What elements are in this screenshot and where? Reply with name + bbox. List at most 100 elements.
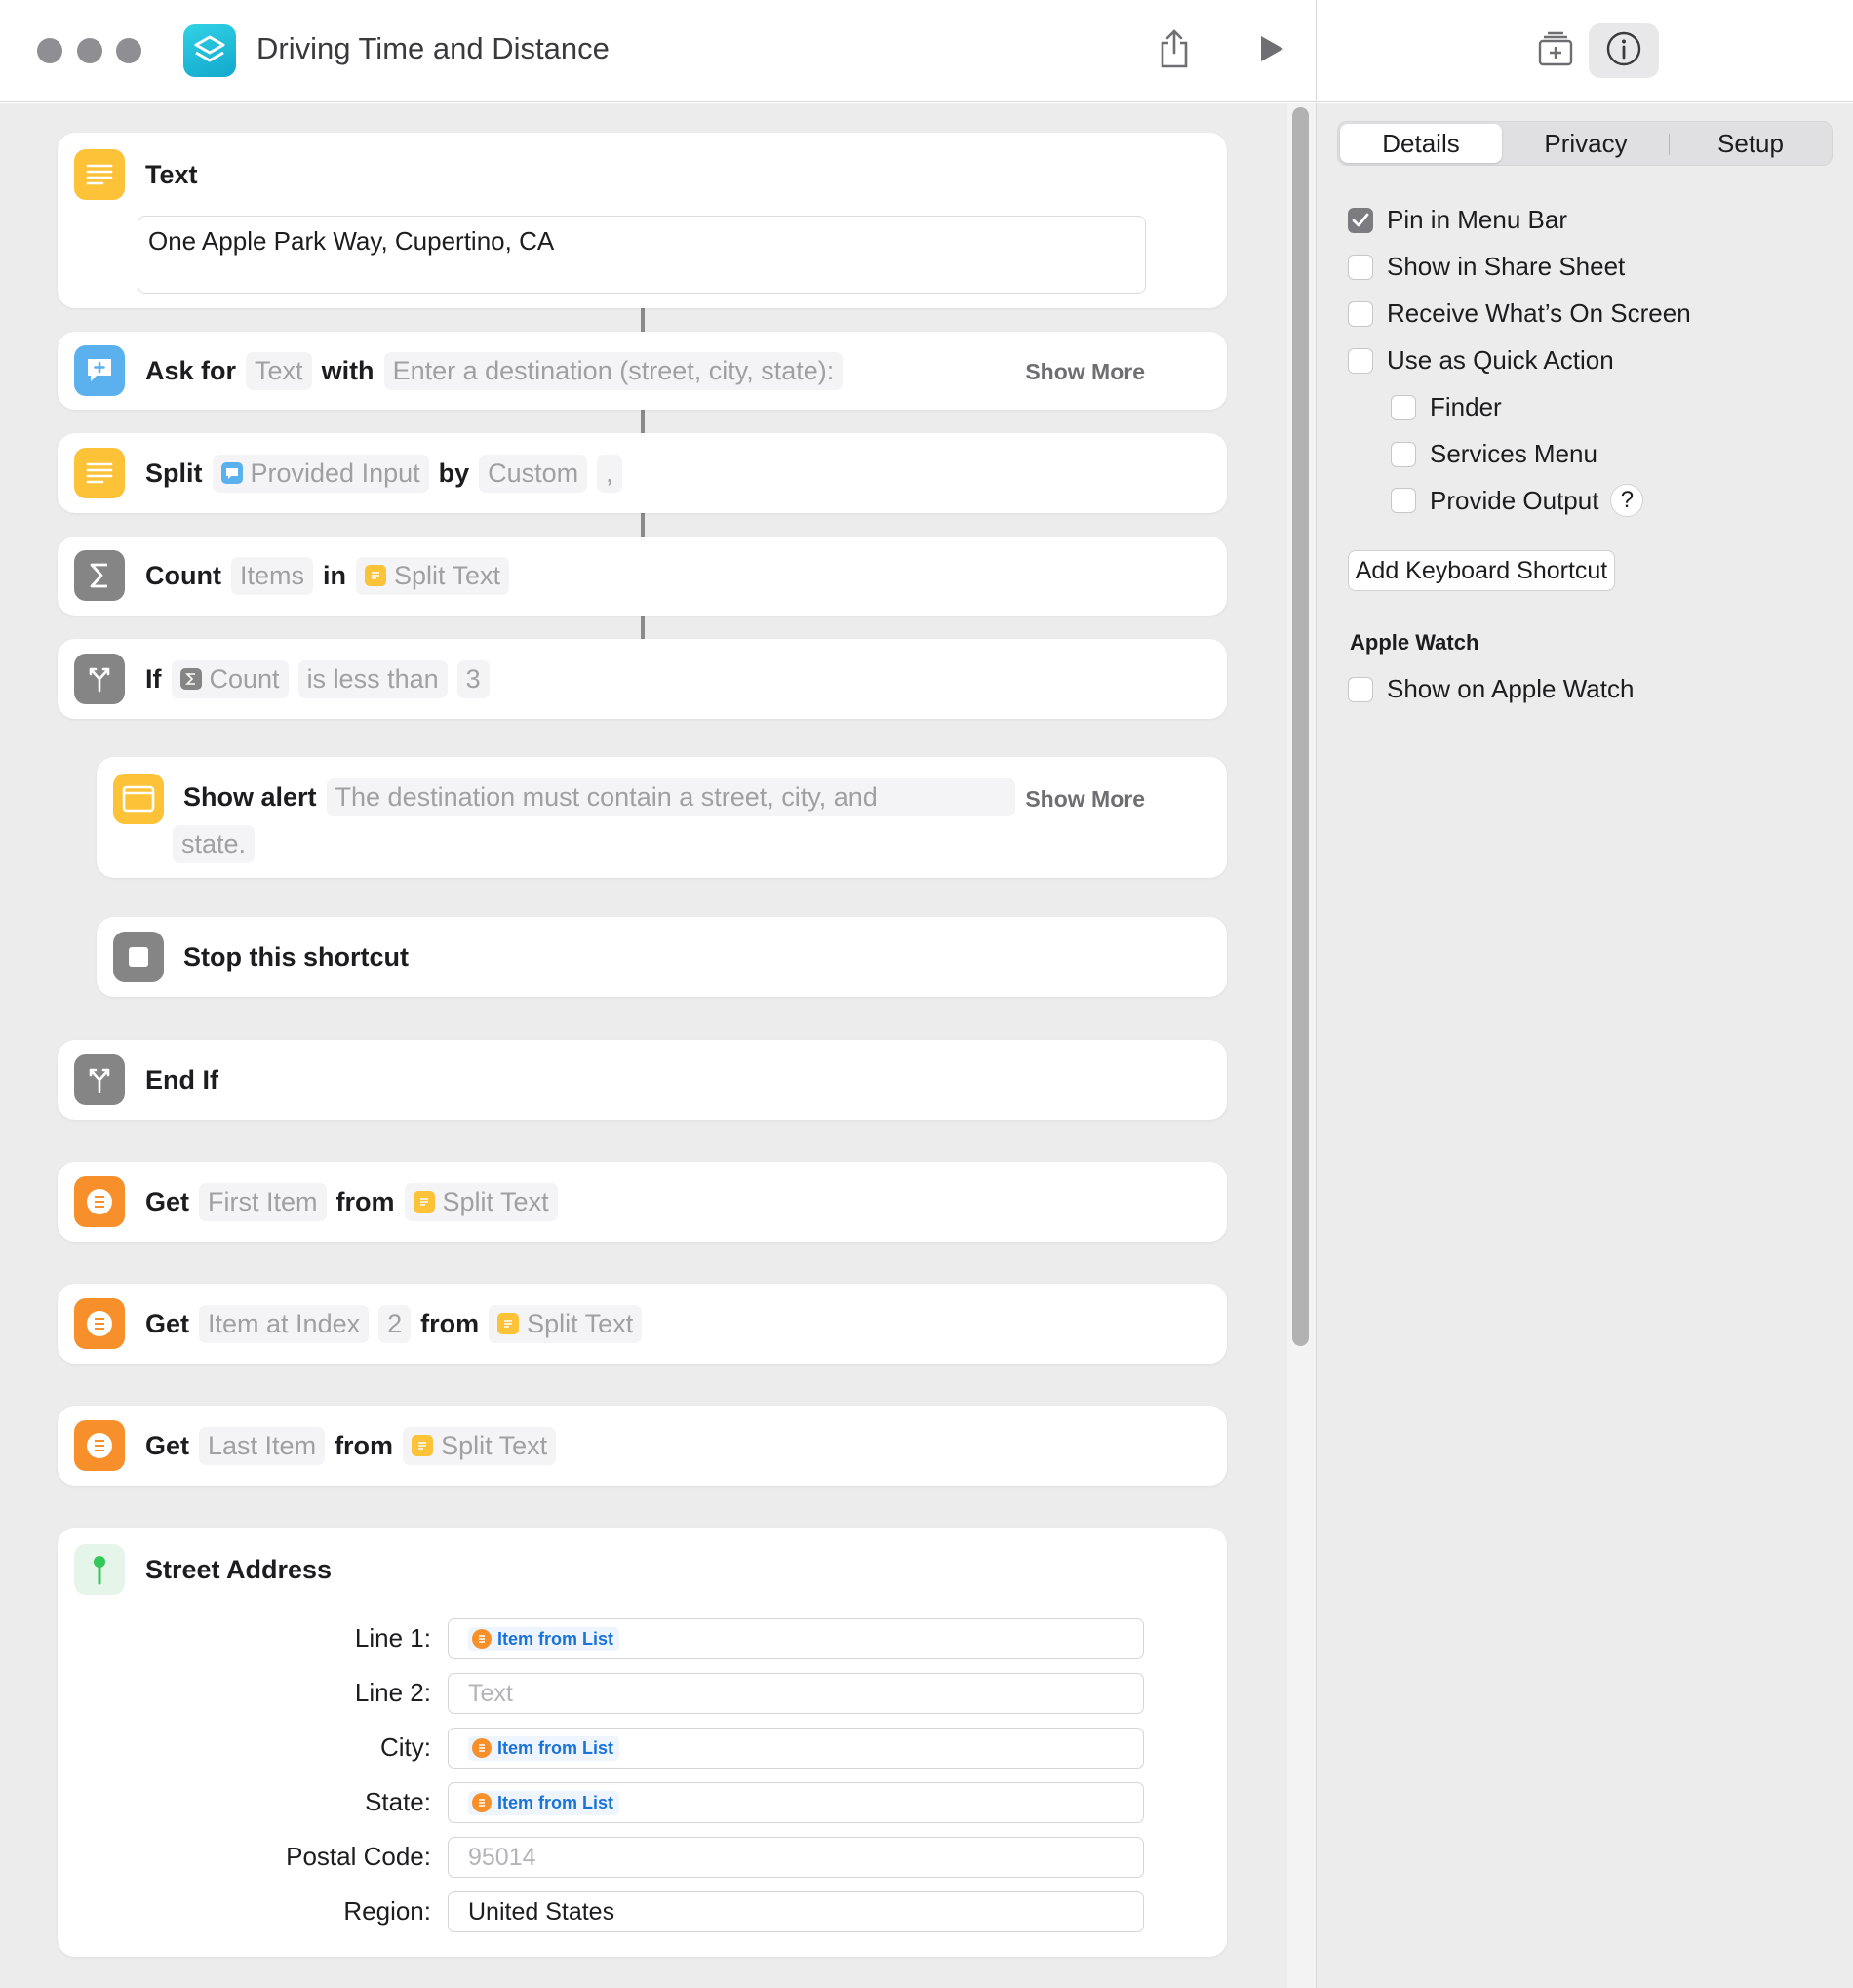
show-alert-card[interactable]: Show alert The destination must contain … [97, 757, 1227, 878]
window-toolbar: Driving Time and Distance [0, 0, 1316, 102]
tab-privacy[interactable]: Privacy [1506, 124, 1666, 163]
text-content-field[interactable]: One Apple Park Way, Cupertino, CA [138, 216, 1146, 294]
tab-divider [1669, 134, 1670, 155]
checkbox-unchecked[interactable] [1391, 394, 1416, 420]
checkbox-unchecked[interactable] [1391, 441, 1416, 467]
checkbox-checked[interactable] [1348, 207, 1373, 233]
text-lines-icon [74, 448, 125, 498]
show-in-share-sheet-checkbox[interactable]: Show in Share Sheet [1348, 252, 1625, 282]
shortcut-editor[interactable]: Text One Apple Park Way, Cupertino, CA A… [0, 103, 1287, 1988]
from-keyword: from [335, 1430, 394, 1460]
count-keyword: Count [145, 560, 221, 590]
zoom-window-button[interactable] [116, 38, 141, 63]
condition-value-token[interactable]: 3 [456, 659, 490, 698]
flow-connector [641, 308, 645, 332]
minimize-window-button[interactable] [77, 38, 102, 63]
text-action-card[interactable]: Text One Apple Park Way, Cupertino, CA [58, 133, 1227, 308]
street-address-card[interactable]: Street Address Line 1: Item from List Li… [58, 1528, 1227, 1957]
item-selector-token[interactable]: First Item [199, 1182, 327, 1221]
separator-mode-token[interactable]: Custom [479, 454, 588, 493]
alert-message-token[interactable]: The destination must contain a street, c… [326, 777, 1015, 816]
checkbox-unchecked[interactable] [1348, 676, 1373, 702]
show-more-button[interactable]: Show More [1025, 786, 1145, 813]
use-as-quick-action-checkbox[interactable]: Use as Quick Action [1348, 345, 1614, 376]
close-window-button[interactable] [37, 38, 62, 63]
help-button[interactable]: ? [1610, 484, 1644, 517]
city-field[interactable]: Item from List [448, 1728, 1144, 1769]
item-from-list-variable[interactable]: Item from List [468, 1626, 620, 1651]
condition-token[interactable]: is less than [297, 659, 448, 698]
line1-field[interactable]: Item from List [448, 1618, 1144, 1659]
if-variable-label: Count [209, 663, 280, 694]
if-keyword: If [145, 663, 162, 694]
get-item-card[interactable]: Get First Item from Split Text [58, 1162, 1227, 1242]
variable-label: Item from List [497, 1792, 614, 1812]
if-card[interactable]: If Count is less than 3 [58, 639, 1227, 719]
custom-separator-token[interactable]: , [597, 454, 622, 493]
apple-watch-section-title: Apple Watch [1350, 630, 1479, 655]
sigma-icon [74, 550, 125, 601]
list-source-token[interactable]: Split Text [403, 1426, 557, 1465]
index-token[interactable]: 2 [378, 1304, 412, 1343]
editor-scrollbar-thumb[interactable] [1292, 107, 1309, 1346]
flow-connector [641, 410, 645, 433]
item-selector-token[interactable]: Item at Index [199, 1304, 370, 1343]
item-selector-token[interactable]: Last Item [199, 1426, 326, 1465]
checkbox-unchecked[interactable] [1348, 300, 1373, 327]
in-keyword: in [322, 560, 346, 590]
flow-connector [641, 616, 645, 639]
count-card[interactable]: Count Items in Split Text [58, 537, 1227, 616]
get-keyword: Get [145, 1308, 190, 1338]
checkbox-label: Finder [1430, 392, 1502, 421]
share-button[interactable] [1149, 25, 1200, 76]
checkbox-unchecked[interactable] [1348, 347, 1373, 374]
prompt-token[interactable]: Enter a destination (street, city, state… [383, 351, 844, 390]
ask-for-input-card[interactable]: Ask for Text with Enter a destination (s… [58, 332, 1227, 410]
list-source-token[interactable]: Split Text [489, 1304, 643, 1343]
region-field[interactable]: United States [448, 1891, 1144, 1932]
list-icon [74, 1176, 125, 1227]
split-input-token[interactable]: Provided Input [212, 454, 429, 493]
pin-in-menu-bar-checkbox[interactable]: Pin in Menu Bar [1348, 205, 1567, 235]
line2-field[interactable]: Text [448, 1673, 1144, 1714]
get-item-card[interactable]: Get Item at Index 2 from Split Text [58, 1284, 1227, 1364]
show-more-button[interactable]: Show More [1025, 359, 1145, 385]
provide-output-checkbox[interactable]: Provide Output ? [1391, 484, 1644, 517]
text-lines-icon [497, 1313, 520, 1334]
item-from-list-variable[interactable]: Item from List [468, 1790, 620, 1815]
count-type-token[interactable]: Items [230, 556, 313, 595]
finder-checkbox[interactable]: Finder [1391, 392, 1502, 422]
inspector-panel: Details Privacy Setup Pin in Menu Bar Sh… [1316, 103, 1853, 1988]
checkbox-unchecked[interactable] [1391, 488, 1416, 513]
show-alert-keyword: Show alert [183, 781, 317, 812]
checkbox-unchecked[interactable] [1348, 254, 1373, 280]
split-text-card[interactable]: Split Provided Input by Custom , [58, 433, 1227, 513]
receive-whats-on-screen-checkbox[interactable]: Receive What’s On Screen [1348, 298, 1691, 329]
from-keyword: from [420, 1308, 480, 1338]
postal-code-field[interactable]: 95014 [448, 1837, 1144, 1878]
input-type-token[interactable]: Text [246, 351, 312, 390]
add-keyboard-shortcut-button[interactable]: Add Keyboard Shortcut [1348, 550, 1615, 591]
get-item-card[interactable]: Get Last Item from Split Text [58, 1406, 1227, 1486]
item-from-list-variable[interactable]: Item from List [468, 1735, 620, 1761]
tab-setup[interactable]: Setup [1672, 124, 1830, 163]
alert-message-continuation[interactable]: state. [173, 824, 256, 863]
end-if-card[interactable]: End If [58, 1040, 1227, 1120]
show-on-apple-watch-checkbox[interactable]: Show on Apple Watch [1348, 674, 1634, 704]
state-field[interactable]: Item from List [448, 1782, 1144, 1823]
if-variable-token[interactable]: Count [171, 659, 289, 698]
from-keyword: from [335, 1186, 395, 1216]
stop-shortcut-card[interactable]: Stop this shortcut [97, 917, 1227, 997]
tab-details[interactable]: Details [1340, 124, 1502, 163]
run-button[interactable] [1246, 25, 1297, 76]
info-button[interactable] [1589, 23, 1659, 78]
end-if-label: End If [145, 1064, 218, 1094]
split-input-label: Provided Input [250, 457, 420, 488]
by-keyword: by [438, 457, 470, 488]
region-label: Region: [343, 1896, 431, 1926]
count-source-token[interactable]: Split Text [355, 556, 510, 595]
ask-keyword: Ask for [145, 355, 237, 385]
library-button[interactable] [1520, 23, 1591, 78]
services-menu-checkbox[interactable]: Services Menu [1391, 439, 1597, 469]
list-source-token[interactable]: Split Text [404, 1182, 558, 1221]
